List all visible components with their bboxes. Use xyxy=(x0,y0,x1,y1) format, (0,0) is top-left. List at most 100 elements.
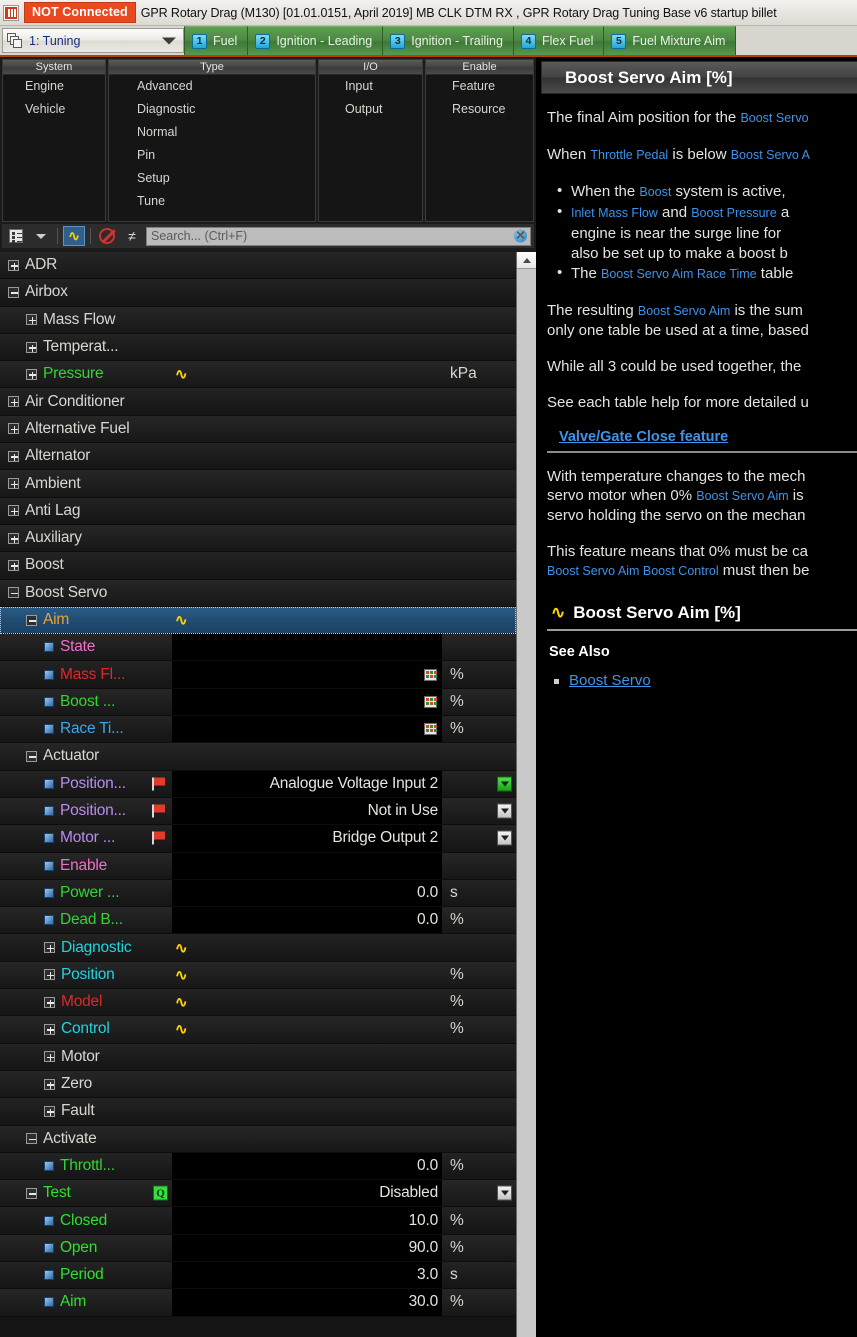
collapse-icon[interactable] xyxy=(26,750,37,762)
filter-option-vehicle[interactable]: Vehicle xyxy=(3,98,105,121)
tree-row[interactable]: Open 90.0% xyxy=(0,1234,516,1262)
expand-icon[interactable] xyxy=(44,1078,55,1090)
tree-row[interactable]: Air Conditioner xyxy=(0,388,516,416)
value-field[interactable]: 10.0 xyxy=(172,1207,442,1234)
value-field[interactable]: 3.0 xyxy=(172,1261,442,1289)
tree-row[interactable]: Throttl... 0.0% xyxy=(0,1152,516,1181)
scroll-up-button[interactable] xyxy=(517,252,536,269)
filter-option-normal[interactable]: Normal xyxy=(109,121,315,144)
tree-row[interactable]: Race Ti...∿% xyxy=(0,716,516,744)
tree-row[interactable]: Actuator xyxy=(0,743,516,771)
chevron-down-icon[interactable] xyxy=(162,37,176,44)
expand-icon[interactable] xyxy=(44,942,55,954)
help-link-boost-servo[interactable]: Boost Servo xyxy=(740,111,808,125)
not-equal-filter-button[interactable]: ≠ xyxy=(121,226,143,246)
tree-row[interactable]: Boost Servo xyxy=(0,579,516,607)
filter-option-pin[interactable]: Pin xyxy=(109,144,315,167)
tree-row[interactable]: Position... Analogue Voltage Input 2 xyxy=(0,770,516,798)
value-field[interactable] xyxy=(172,852,442,879)
value-field[interactable]: Disabled xyxy=(172,1180,442,1207)
tree-view-button[interactable] xyxy=(5,226,27,246)
help-link-race-time[interactable]: Boost Servo Aim Race Time xyxy=(601,267,757,281)
show-live-values-button[interactable]: ∿ xyxy=(63,226,85,246)
tree-row[interactable]: Aim ∿% xyxy=(0,606,530,635)
tree-row[interactable]: Motor ... Bridge Output 2 xyxy=(0,825,516,853)
tree-row[interactable]: Pressure ∿ kPa xyxy=(0,361,516,389)
expand-icon[interactable] xyxy=(8,423,19,435)
expand-icon[interactable] xyxy=(44,1105,55,1117)
tree-row[interactable]: Airbox xyxy=(0,279,516,307)
table-grid-icon[interactable] xyxy=(424,668,437,681)
tree-row[interactable]: Auxiliary xyxy=(0,524,516,553)
tree-row[interactable]: Enable∿ xyxy=(0,852,516,880)
tree-row[interactable]: Ambient xyxy=(0,470,516,498)
expand-icon[interactable] xyxy=(26,368,37,380)
view-options-button[interactable] xyxy=(30,226,52,246)
collapse-icon[interactable] xyxy=(8,286,19,298)
value-field[interactable] xyxy=(172,634,442,661)
value-field[interactable] xyxy=(172,716,442,743)
tuning-page-selector[interactable]: 1: Tuning xyxy=(2,28,184,53)
tree-row[interactable]: Power ... 0.0 s xyxy=(0,879,516,908)
search-input[interactable]: Search... (Ctrl+F) ✕ xyxy=(146,226,531,246)
help-link-boost-servo-aim[interactable]: Boost Servo Aim xyxy=(696,489,788,503)
tab-flex-fuel[interactable]: 4 Flex Fuel xyxy=(513,26,605,55)
dropdown-button[interactable] xyxy=(497,830,512,846)
tree-row[interactable]: Position... Not in Use xyxy=(0,797,516,826)
tree-row[interactable]: Temperat... xyxy=(0,333,516,362)
expand-icon[interactable] xyxy=(8,396,19,408)
value-field[interactable]: 0.0 xyxy=(172,907,442,934)
value-field[interactable]: 90.0 xyxy=(172,1234,442,1261)
tree-row[interactable]: State∿ xyxy=(0,634,516,662)
value-field[interactable]: 30.0 xyxy=(172,1289,442,1316)
help-link-boost[interactable]: Boost xyxy=(639,185,671,199)
expand-icon[interactable] xyxy=(44,1023,55,1035)
tree-row[interactable]: Position ∿% xyxy=(0,961,516,990)
help-link-boost-pressure[interactable]: Boost Pressure xyxy=(691,206,776,220)
filter-disable-button[interactable] xyxy=(96,226,118,246)
collapse-icon[interactable] xyxy=(26,1133,37,1145)
expand-icon[interactable] xyxy=(26,314,37,326)
collapse-icon[interactable] xyxy=(26,1187,37,1199)
expand-icon[interactable] xyxy=(44,996,55,1008)
tree-row[interactable]: Control ∿% xyxy=(0,1016,516,1044)
filter-option-resource[interactable]: Resource xyxy=(426,98,533,121)
help-link-boost-servo-aim[interactable]: Boost Servo Aim xyxy=(638,304,730,318)
value-field[interactable]: 0.0 xyxy=(172,1152,442,1180)
scrollbar-thumb[interactable] xyxy=(517,269,536,1319)
filter-option-feature[interactable]: Feature xyxy=(426,75,533,98)
table-grid-icon[interactable] xyxy=(424,723,437,736)
tree-scrollbar[interactable] xyxy=(516,252,536,1337)
filter-option-advanced[interactable]: Advanced xyxy=(109,75,315,98)
expand-icon[interactable] xyxy=(8,505,19,517)
value-field[interactable]: 0.0 xyxy=(172,879,442,907)
expand-icon[interactable] xyxy=(8,532,19,544)
expand-icon[interactable] xyxy=(8,450,19,462)
collapse-icon[interactable] xyxy=(8,587,19,599)
tree-row[interactable]: Aim 30.0% xyxy=(0,1289,516,1317)
value-field[interactable]: Analogue Voltage Input 2 xyxy=(172,770,442,797)
help-link-throttle-pedal[interactable]: Throttle Pedal xyxy=(590,148,668,162)
tree-row[interactable]: Zero xyxy=(0,1070,516,1099)
expand-icon[interactable] xyxy=(8,559,19,571)
tree-row[interactable]: Test Q Disabled xyxy=(0,1180,516,1208)
filter-option-engine[interactable]: Engine xyxy=(3,75,105,98)
tab-ignition-trailing[interactable]: 3 Ignition - Trailing xyxy=(383,26,514,55)
tab-fuel-mixture-aim[interactable]: 5 Fuel Mixture Aim xyxy=(604,26,737,55)
tree-row[interactable]: Closed 10.0% xyxy=(0,1207,516,1235)
filter-option-output[interactable]: Output xyxy=(319,98,422,121)
tree-row[interactable]: Motor xyxy=(0,1043,516,1071)
tree-row[interactable]: Fault xyxy=(0,1098,516,1126)
help-link-inlet-mass-flow[interactable]: Inlet Mass Flow xyxy=(571,206,658,220)
tree-row[interactable]: Mass Flow xyxy=(0,306,516,334)
expand-icon[interactable] xyxy=(8,478,19,490)
clear-icon[interactable]: ✕ xyxy=(514,229,527,243)
tree-row[interactable]: Dead B... 0.0% xyxy=(0,907,516,935)
quick-access-badge[interactable]: Q xyxy=(153,1185,168,1201)
tab-fuel[interactable]: 1 Fuel xyxy=(184,26,249,55)
dropdown-button[interactable] xyxy=(497,1185,512,1201)
expand-icon[interactable] xyxy=(26,341,37,353)
tree-row[interactable]: Diagnostic ∿ xyxy=(0,934,516,962)
value-field[interactable] xyxy=(172,661,442,688)
see-also-link[interactable]: Boost Servo xyxy=(569,672,651,689)
